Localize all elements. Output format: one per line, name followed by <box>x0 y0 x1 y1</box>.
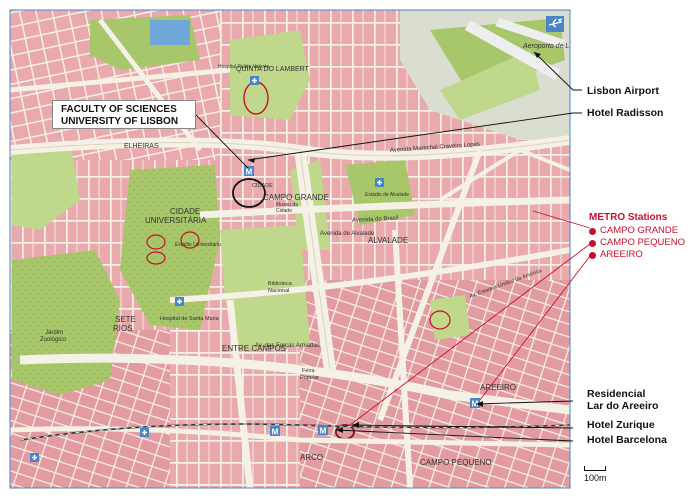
hospital-icon <box>30 453 39 462</box>
map-label-feira-2: Popular <box>300 375 319 381</box>
annotation-residencial-line2: Lar do Areeiro <box>587 400 659 412</box>
hospital-icon <box>175 297 184 306</box>
map-label-cidade-univ-1: CIDADE <box>170 207 200 216</box>
metro-stations-legend: METRO Stations CAMPO GRANDE CAMPO PEQUEN… <box>589 212 685 261</box>
map-label-jardim-2: Zoológico <box>40 337 67 343</box>
svg-text:M: M <box>320 427 327 436</box>
map-label-estadio-alvalade: Estádio de Alvalade <box>365 192 409 198</box>
annotation-lisbon-airport: Lisbon Airport <box>587 85 659 97</box>
map-label-cidade-univ-2: UNIVERSITÁRIA <box>145 216 207 225</box>
map-label-elheiras: ELHEIRAS <box>124 143 159 150</box>
map-label-areeiro: AREEIRO <box>480 383 516 392</box>
map-label-jardim-1: Jardim <box>45 330 63 336</box>
map-body: M M M M Aeroporto de L QUINTA DO LAMBERT… <box>10 10 570 488</box>
metro-marker-campo-pequeno: M <box>318 425 328 436</box>
metro-station-areeiro: AREEIRO <box>600 249 643 260</box>
map-label-sete-rios-2: RIOS <box>113 324 133 333</box>
map-label-biblioteca-2: Nacional <box>268 288 289 294</box>
metro-marker-campo-grande: M <box>244 166 254 177</box>
hospital-icon <box>140 428 149 437</box>
map-label-av-alvalade: Avenida de Alvalade <box>320 231 375 237</box>
annotation-residencial: Residencial Lar do Areeiro <box>587 388 658 412</box>
svg-text:M: M <box>272 428 279 437</box>
metro-legend-title: METRO Stations <box>589 212 668 223</box>
faculty-label-line2: UNIVERSITY OF LISBON <box>61 116 179 127</box>
scale-bar-graphic <box>584 466 606 471</box>
map-stage: M M M M Aeroporto de L QUINTA DO LAMBERT… <box>0 0 700 499</box>
metro-marker-entre-campos: M <box>270 426 280 437</box>
metro-legend-item: AREEIRO <box>589 249 685 261</box>
map-label-biblioteca-1: Biblioteca <box>268 281 293 287</box>
map-label-cidade: CIDADE <box>252 183 273 189</box>
map-label-sete-rios-1: SETE <box>115 315 136 324</box>
faculty-label-line1: FACULTY OF SCIENCES <box>61 104 177 115</box>
map-label-campo-pequeno: CAMPO PEQUENO <box>420 458 492 467</box>
park-jardim-zoologico <box>12 250 120 395</box>
scale-label: 100m <box>584 473 607 483</box>
hospital-icon <box>375 178 384 187</box>
faculty-label-box: FACULTY OF SCIENCES UNIVERSITY OF LISBON <box>52 100 196 129</box>
annotation-residencial-line1: Residencial <box>587 388 646 400</box>
annotation-hotel-radisson: Hotel Radisson <box>587 107 664 119</box>
airplane-icon <box>546 16 564 32</box>
annotation-hotel-barcelona: Hotel Barcelona <box>587 434 667 446</box>
map-label-feira-1: Feira <box>302 368 315 374</box>
map-label-hospital-st-maria: Hospital de Santa Maria <box>160 316 220 322</box>
map-label-arco: ARCO <box>300 453 323 462</box>
metro-station-campo-pequeno: CAMPO PEQUENO <box>600 237 685 248</box>
map-label-estadio-univ: Estádio Universitário <box>175 242 221 248</box>
metro-legend-item: CAMPO PEQUENO <box>589 237 685 249</box>
map-label-alvalade: ALVALADE <box>368 236 408 245</box>
map-label-campo-grande: CAMPO GRANDE <box>263 193 329 202</box>
metro-station-campo-grande: CAMPO GRANDE <box>600 225 679 236</box>
map-label-av-forcas: Av. das Forças Armadas <box>255 343 320 349</box>
metro-dot-icon <box>589 251 596 259</box>
metro-legend-item: CAMPO GRANDE <box>589 225 685 237</box>
svg-text:M: M <box>246 168 253 177</box>
map-label-airport: Aeroporto de L <box>522 43 569 50</box>
scale-bar: 100m <box>584 466 607 483</box>
metro-dot-icon <box>589 239 596 247</box>
map-label-museu-2: Cidade <box>276 208 292 214</box>
annotation-hotel-zurique: Hotel Zurique <box>587 419 655 431</box>
hospital-icon <box>250 76 259 85</box>
map-label-hospital-pulido: Hospital Pulido Valente <box>218 64 270 70</box>
metro-dot-icon <box>589 227 596 235</box>
